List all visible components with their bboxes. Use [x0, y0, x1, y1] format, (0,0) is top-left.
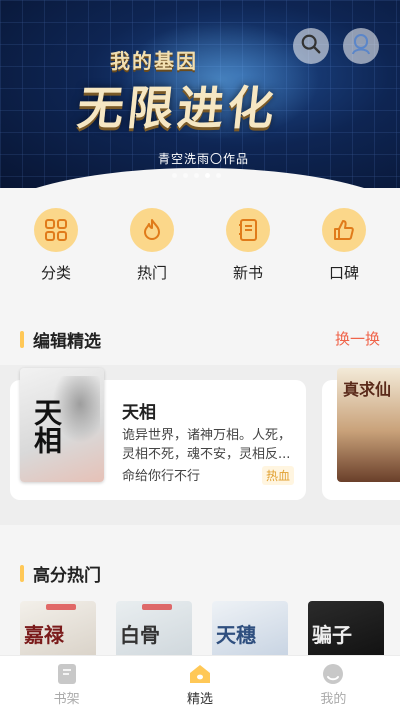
- banner-author: 青空洗雨〇作品: [158, 152, 250, 166]
- section-accent-bar: [20, 565, 24, 582]
- category-label: 热门: [136, 264, 167, 282]
- section-header-editor-pick: 编辑精选: [20, 327, 101, 352]
- category-row: 分类 热门 新书 口碑: [0, 208, 400, 283]
- hero-banner[interactable]: 我的基因 无限进化 青空洗雨〇作品: [0, 0, 400, 188]
- section-title: 高分热门: [33, 566, 101, 586]
- banner-title: 无限进化: [74, 81, 281, 135]
- tab-label: 我的: [320, 692, 347, 707]
- tab-bookshelf[interactable]: 书架: [0, 656, 133, 711]
- cover-title: 天穗: [216, 623, 256, 647]
- bookshelf-icon: [56, 663, 78, 685]
- tab-label: 精选: [186, 692, 213, 707]
- page: 我的基因 无限进化 青空洗雨〇作品 分类 热门 新书 口碑 编辑精选 换一换 天…: [0, 0, 400, 711]
- book-title[interactable]: 天相: [122, 398, 156, 423]
- flame-icon: [130, 208, 174, 252]
- publisher-badge: [46, 604, 76, 610]
- tab-label: 书架: [53, 692, 80, 707]
- pagination-dot[interactable]: [172, 173, 177, 178]
- pagination-dot[interactable]: [194, 173, 199, 178]
- category-label: 口碑: [328, 264, 359, 282]
- grid-icon: [34, 208, 78, 252]
- tab-featured[interactable]: 精选: [133, 656, 266, 711]
- section-header-hot: 高分热门: [20, 561, 101, 586]
- publisher-badge: [142, 604, 172, 610]
- category-label: 新书: [232, 264, 263, 282]
- book-icon: [226, 208, 270, 252]
- cover-title: 真求仙: [343, 380, 392, 399]
- refresh-button[interactable]: 换一换: [335, 328, 380, 349]
- tab-profile[interactable]: 我的: [267, 656, 400, 711]
- book-description: 诡异世界，诸神万相。人死，灵相不死，魂不安，灵相反...: [122, 428, 292, 462]
- search-button[interactable]: [293, 28, 329, 64]
- cover-title: 嘉禄: [24, 623, 64, 647]
- cover-title: 骗子: [312, 623, 352, 647]
- profile-icon: [322, 663, 344, 685]
- hot-book-cover[interactable]: 嘉禄: [20, 601, 96, 659]
- home-icon: [189, 663, 211, 685]
- book-cover-next[interactable]: 真求仙: [337, 368, 400, 482]
- cover-title: 白骨: [120, 623, 160, 647]
- banner-subtitle: 我的基因: [110, 49, 198, 73]
- search-icon: [300, 33, 322, 59]
- book-tag: 热血: [262, 466, 295, 485]
- pagination-dot-active[interactable]: [205, 173, 210, 178]
- bottom-tab-bar: 书架 精选 我的: [0, 655, 400, 711]
- category-item-classify[interactable]: 分类: [8, 208, 104, 283]
- hot-book-list: 嘉禄 白骨 天穗 骗子: [20, 601, 384, 659]
- category-item-new[interactable]: 新书: [200, 208, 296, 283]
- pagination-dot[interactable]: [183, 173, 188, 178]
- banner-pagination: [172, 173, 221, 178]
- book-author: 命给你行不行: [122, 469, 201, 484]
- user-icon: [351, 33, 371, 59]
- hot-book-cover[interactable]: 白骨: [116, 601, 192, 659]
- section-accent-bar: [20, 331, 24, 348]
- pagination-dot[interactable]: [216, 173, 221, 178]
- user-button[interactable]: [343, 28, 379, 64]
- cover-title: 天相: [30, 398, 63, 454]
- thumbs-up-icon: [322, 208, 366, 252]
- category-label: 分类: [40, 264, 71, 282]
- book-cover[interactable]: 天相: [20, 368, 104, 482]
- category-item-hot[interactable]: 热门: [104, 208, 200, 283]
- hot-book-cover[interactable]: 天穗: [212, 601, 288, 659]
- section-title: 编辑精选: [33, 332, 101, 352]
- category-item-reputation[interactable]: 口碑: [296, 208, 392, 283]
- hot-book-cover[interactable]: 骗子: [308, 601, 384, 659]
